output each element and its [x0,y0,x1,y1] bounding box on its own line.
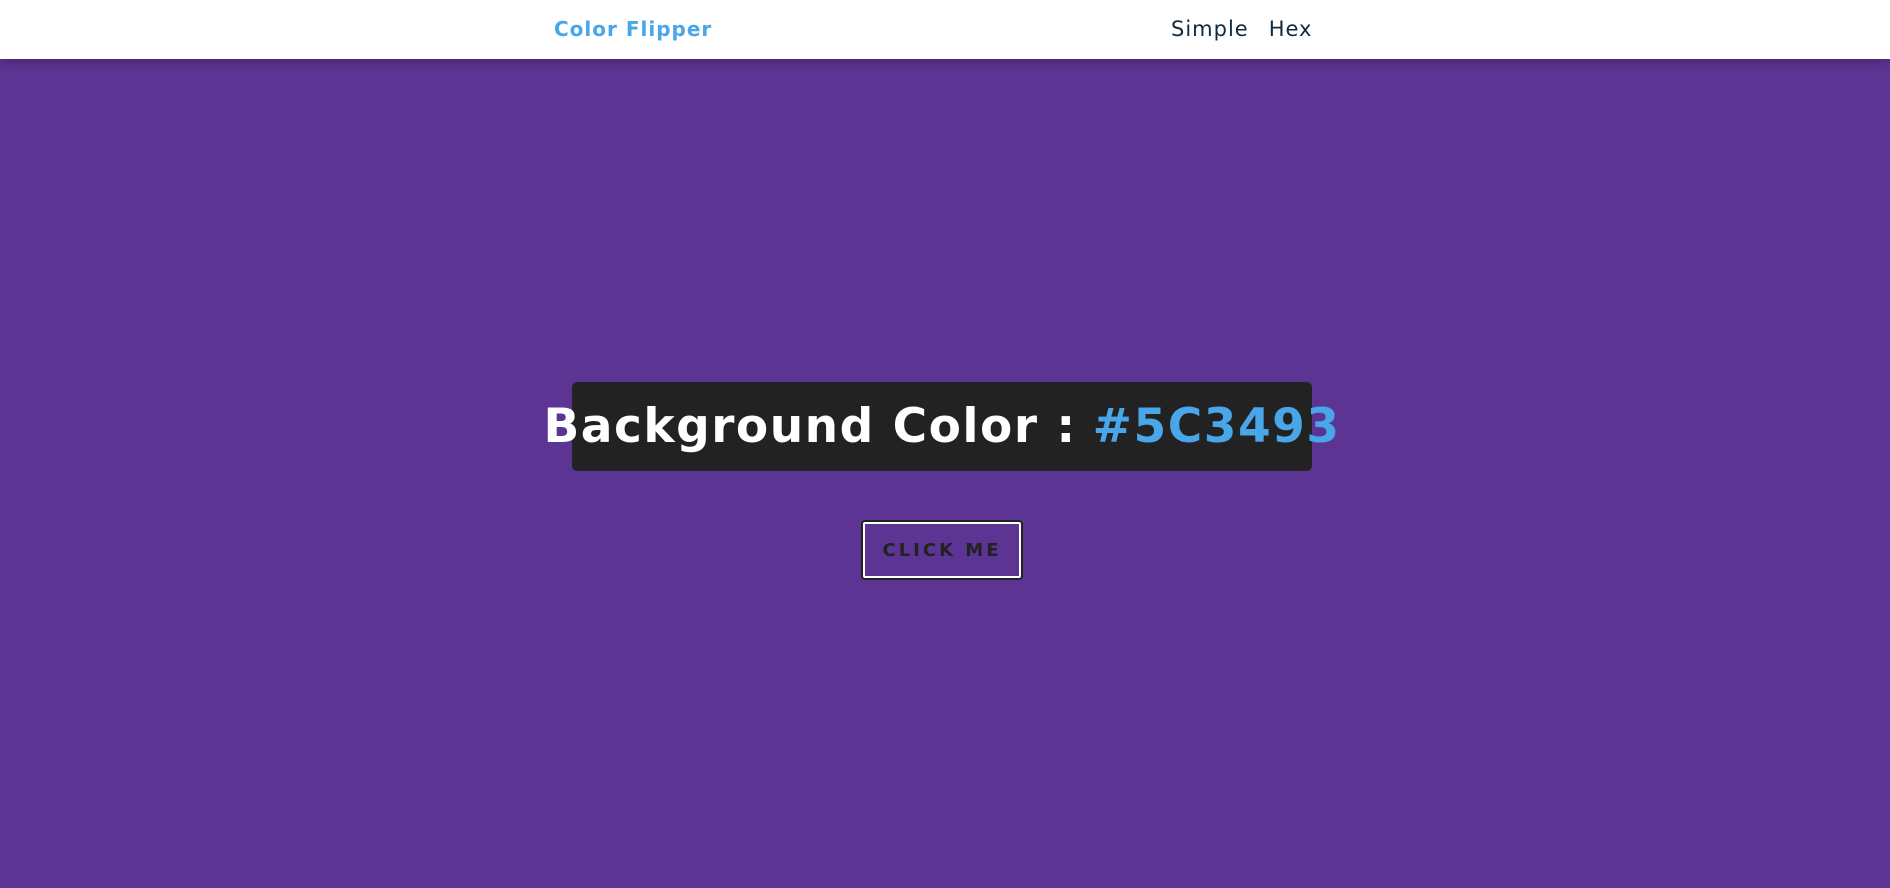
nav-link-simple[interactable]: Simple [1171,16,1249,42]
nav-link-hex[interactable]: Hex [1269,16,1313,42]
background-color-label: Background Color : [543,398,1077,454]
nav-links: Simple Hex [1171,16,1313,42]
click-me-button[interactable]: CLICK ME [861,520,1023,580]
nav-brand[interactable]: Color Flipper [554,16,712,42]
color-display-panel: Background Color : #5C3493 [543,382,1339,471]
color-hex-value: #5C3493 [1092,398,1341,454]
navbar: Color Flipper Simple Hex [0,0,1890,59]
main-content: Background Color : #5C3493 CLICK ME [0,59,1890,888]
